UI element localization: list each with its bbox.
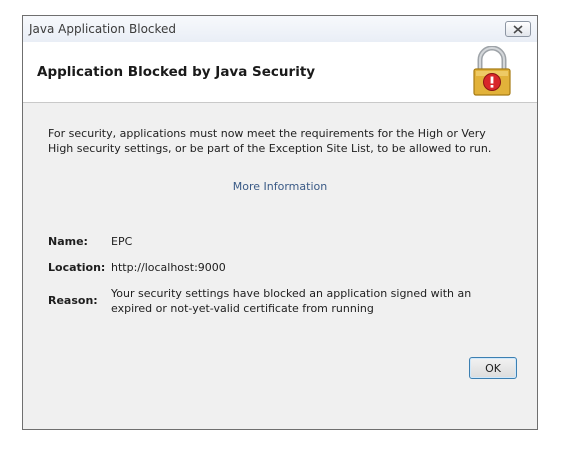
- header-title: Application Blocked by Java Security: [37, 64, 316, 80]
- reason-label: Reason:: [48, 294, 98, 307]
- name-value: EPC: [111, 235, 133, 248]
- padlock-warning-icon: [473, 46, 511, 96]
- window-title: Java Application Blocked: [29, 22, 177, 36]
- security-message: For security, applications must now meet…: [48, 127, 492, 155]
- dialog-header: Application Blocked by Java Security: [23, 42, 537, 103]
- location-label: Location:: [48, 261, 106, 274]
- dialog-window: Java Application Blocked Application Blo…: [22, 15, 538, 430]
- ok-button[interactable]: OK: [469, 357, 517, 379]
- close-button[interactable]: [505, 21, 531, 37]
- reason-value: Your security settings have blocked an a…: [111, 287, 472, 315]
- location-value: http://localhost:9000: [111, 261, 226, 274]
- more-information-link[interactable]: More Information: [23, 180, 537, 193]
- close-icon: [513, 24, 523, 34]
- name-label: Name:: [48, 235, 88, 248]
- title-bar[interactable]: Java Application Blocked: [23, 16, 537, 43]
